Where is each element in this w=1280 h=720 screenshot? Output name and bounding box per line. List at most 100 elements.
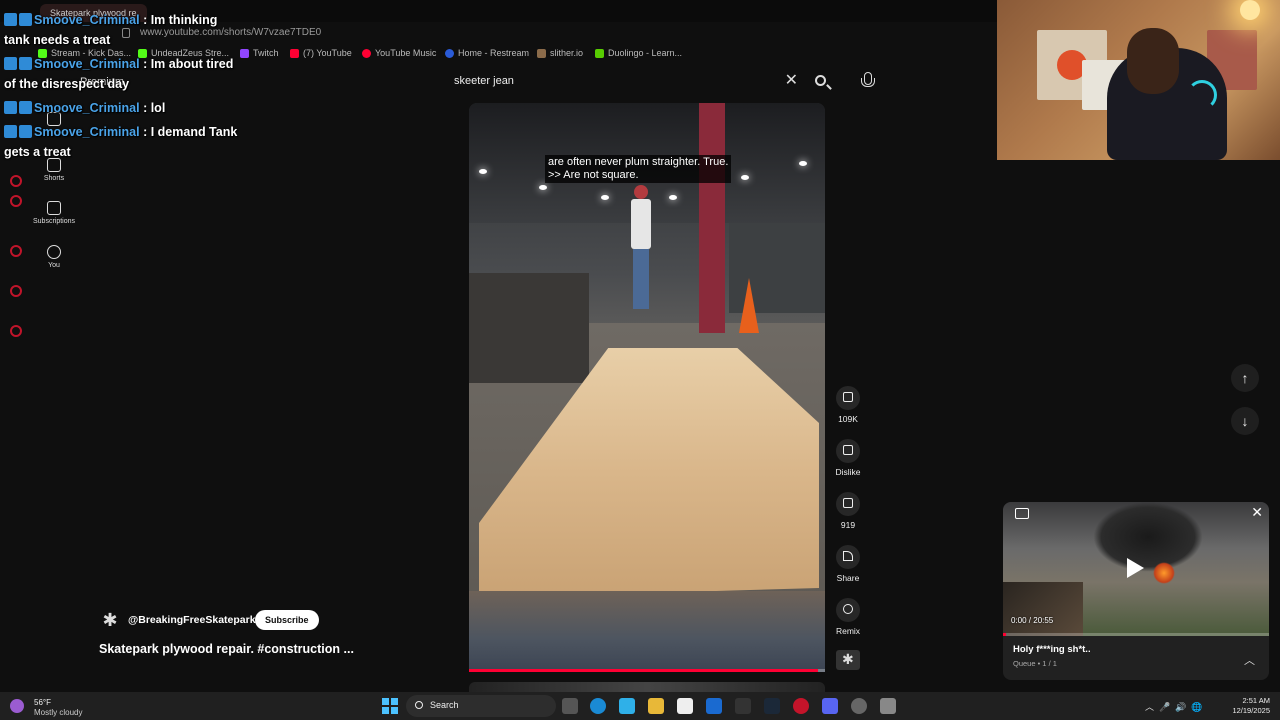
chat-message: Smoove_Criminal : Im about tired <box>4 57 233 71</box>
clock-date: 12/19/2025 <box>1232 706 1270 715</box>
caption-line: are often never plum straighter. True. <box>548 156 729 168</box>
twitch-icon[interactable] <box>10 195 22 207</box>
chat-message-cont: gets a treat <box>4 145 71 159</box>
close-icon[interactable]: ✕ <box>1251 504 1263 521</box>
windows-taskbar: 56°F Mostly cloudy Search ︿ 🎤 🔊 🌐 2:51 A… <box>0 692 1280 720</box>
channel-avatar[interactable]: ✱ <box>99 610 121 630</box>
app-icon[interactable] <box>10 175 22 187</box>
light <box>799 161 807 166</box>
mini-player-video[interactable]: ✕ 0:00 / 20:55 <box>1003 502 1269 636</box>
duolingo-icon <box>595 48 604 58</box>
dislike-button[interactable]: Dislike <box>830 439 866 477</box>
remix-label: Remix <box>835 626 861 636</box>
badge-icon <box>19 13 32 26</box>
mail-icon[interactable] <box>706 698 722 714</box>
search-icon <box>415 701 423 709</box>
steam-icon[interactable] <box>764 698 780 714</box>
windows-start-icon[interactable] <box>382 698 398 714</box>
sidebar-item-you[interactable]: You <box>30 245 78 269</box>
channel-handle[interactable]: @BreakingFreeSkatepark <box>128 614 256 626</box>
taskbar-search[interactable]: Search <box>406 695 556 717</box>
bookmark-restream[interactable]: Home - Restream <box>445 48 529 58</box>
next-short-button[interactable]: ↓ <box>1231 407 1259 435</box>
badge-icon <box>4 57 17 70</box>
search-button[interactable] <box>812 70 832 94</box>
comments-button[interactable]: 919 <box>830 492 866 530</box>
search-icon <box>815 75 826 86</box>
chat-text: : Im about tired <box>143 57 234 71</box>
system-tray[interactable]: ︿ 🎤 🔊 🌐 <box>1145 700 1203 713</box>
smoke <box>1093 502 1203 572</box>
task-view-icon[interactable] <box>562 698 578 714</box>
dislike-label: Dislike <box>835 467 861 477</box>
badge-icon <box>19 125 32 138</box>
chat-message-cont: tank needs a treat <box>4 33 111 47</box>
fire <box>1153 562 1175 584</box>
video-title[interactable]: Skatepark plywood repair. #construction … <box>99 642 354 656</box>
lamp <box>1240 0 1260 20</box>
file-explorer-icon[interactable] <box>648 698 664 714</box>
close-icon[interactable]: ✕ <box>785 73 798 89</box>
light <box>479 169 487 174</box>
sidebar-item-shorts[interactable]: Shorts <box>30 158 78 182</box>
like-count: 109K <box>838 414 858 424</box>
search-input[interactable]: skeeter jean <box>454 75 514 87</box>
app-icon[interactable] <box>10 245 22 257</box>
headset <box>1187 80 1217 110</box>
comment-icon <box>836 492 860 516</box>
slither-icon <box>537 48 546 58</box>
bookmark-duolingo[interactable]: Duolingo - Learn... <box>595 48 682 58</box>
shorts-icon <box>47 158 61 172</box>
mini-player[interactable]: ✕ 0:00 / 20:55 Holy f***ing sh*t.. Queue… <box>1003 502 1269 680</box>
store-icon[interactable] <box>677 698 693 714</box>
settings-icon[interactable] <box>10 325 22 337</box>
share-button[interactable]: Share <box>830 545 866 583</box>
channel-avatar-small[interactable] <box>836 650 860 670</box>
like-button[interactable]: 109K <box>830 386 866 424</box>
streamer-head <box>1127 28 1179 94</box>
opera-icon[interactable] <box>793 698 809 714</box>
bookmark-youtube[interactable]: (7) YouTube <box>290 48 352 58</box>
search-bar[interactable]: skeeter jean ✕ <box>444 70 806 94</box>
chevron-up-icon[interactable]: ︿ <box>1244 652 1255 668</box>
settings-icon[interactable] <box>880 698 896 714</box>
edge-icon[interactable] <box>590 698 606 714</box>
bookmark-slither[interactable]: slither.io <box>537 48 583 58</box>
microphone-icon[interactable] <box>860 72 875 90</box>
share-icon <box>836 545 860 569</box>
remix-button[interactable]: Remix <box>830 598 866 636</box>
bookmark-label: slither.io <box>550 48 584 58</box>
chat-username: Smoove_Criminal <box>34 57 140 71</box>
chat-text: : Im thinking <box>143 13 218 27</box>
sidebar-item-label: Subscriptions <box>32 218 76 225</box>
sidebar-item-subscriptions[interactable]: Subscriptions <box>30 201 78 225</box>
history-icon[interactable] <box>10 285 22 297</box>
clock[interactable]: 2:51 AM 12/19/2025 <box>1222 696 1270 716</box>
chat-username: Smoove_Criminal <box>34 13 140 27</box>
discord-icon[interactable] <box>822 698 838 714</box>
traffic-cone <box>739 278 759 333</box>
webcam-overlay <box>997 0 1280 160</box>
thumbs-down-icon <box>836 439 860 463</box>
video-progress-bar[interactable] <box>469 669 825 672</box>
mini-player-title[interactable]: Holy f***ing sh*t.. <box>1013 644 1091 655</box>
bookmark-youtube-music[interactable]: YouTube Music <box>362 48 436 58</box>
x-icon[interactable] <box>735 698 751 714</box>
restream-icon <box>445 48 454 58</box>
copilot-icon[interactable] <box>619 698 635 714</box>
subscriptions-icon <box>47 201 61 215</box>
url-text[interactable]: www.youtube.com/shorts/W7vzae7TDE0 <box>140 27 321 38</box>
mini-player-progress[interactable] <box>1003 633 1269 636</box>
subscribe-button[interactable]: Subscribe <box>255 610 319 630</box>
previous-short-button[interactable]: ↑ <box>1231 364 1259 392</box>
shorts-video[interactable]: are often never plum straighter. True. >… <box>469 103 825 672</box>
app-icon[interactable] <box>851 698 867 714</box>
bookmark-label: Twitch <box>253 48 279 58</box>
sidebar-item-label: You <box>48 262 60 269</box>
bookmark-twitch[interactable]: Twitch <box>240 48 279 58</box>
badge-icon <box>19 101 32 114</box>
video-foreground <box>469 591 825 672</box>
you-icon <box>47 245 61 259</box>
play-icon[interactable] <box>1127 558 1144 578</box>
expand-icon[interactable] <box>1015 508 1029 519</box>
